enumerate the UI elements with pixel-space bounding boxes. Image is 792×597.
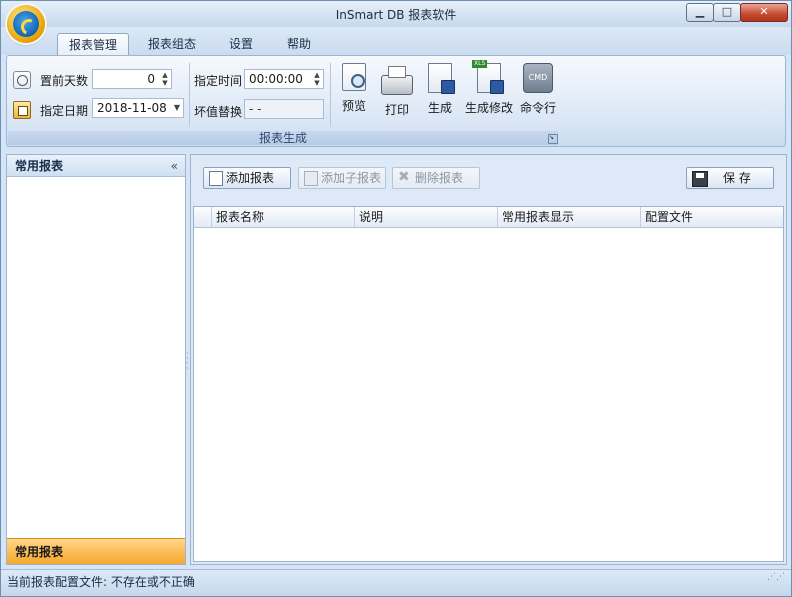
save-document-icon [428, 63, 455, 94]
time-field[interactable]: 00:00:00 ▲ ▼ [244, 69, 324, 89]
app-logo-inner [13, 11, 40, 38]
tab-help[interactable]: 帮助 [277, 33, 321, 55]
tab-settings[interactable]: 设置 [219, 33, 263, 55]
generate-modify-button[interactable]: XLS 生成修改 [462, 60, 516, 116]
favorites-panel-header: 常用报表 « [7, 155, 185, 177]
save-button[interactable]: 保 存 [686, 167, 774, 189]
column-header-report-name[interactable]: 报表名称 [211, 207, 353, 227]
delete-x-icon: ✖ [398, 169, 410, 185]
bad-value-label: 坏值替换 [194, 105, 243, 119]
resize-grip-icon[interactable]: ⋰⋰ [767, 573, 785, 582]
print-label: 打印 [384, 103, 409, 117]
save-label: 保 存 [723, 171, 751, 185]
collapse-icon[interactable]: « [171, 155, 178, 177]
bad-value-field[interactable]: - - [244, 99, 324, 119]
time-spinner[interactable]: ▲ ▼ [313, 71, 321, 87]
time-label: 指定时间 [194, 74, 243, 88]
preview-label: 预览 [341, 99, 366, 113]
days-before-spinner[interactable]: ▲ ▼ [161, 71, 169, 87]
calendar-icon[interactable] [13, 101, 31, 119]
date-field[interactable]: 2018-11-08 ▼ [92, 98, 184, 118]
app-window: InSmart DB 报表软件 ▁ □ ✕ 报表管理 报表组态 设置 帮助 置前… [0, 0, 792, 597]
document-icon [304, 171, 318, 186]
group-separator [189, 63, 190, 127]
favorites-panel: 常用报表 « 常用报表 [6, 154, 186, 565]
days-before-value: 0 [147, 72, 155, 86]
preview-button[interactable]: 预览 [336, 63, 372, 114]
favorites-nav-button[interactable]: 常用报表 [7, 538, 185, 564]
command-line-label: 命令行 [519, 101, 556, 115]
days-before-label: 置前天数 [40, 74, 89, 88]
print-button[interactable]: 打印 [379, 63, 415, 118]
app-logo-wave [18, 16, 40, 38]
table-header: 报表名称 说明 常用报表显示 配置文件 [194, 207, 783, 228]
time-value: 00:00:00 [249, 72, 303, 86]
tab-report-management[interactable]: 报表管理 [57, 33, 129, 56]
report-table[interactable]: 报表名称 说明 常用报表显示 配置文件 [193, 206, 784, 562]
add-report-label: 添加报表 [226, 171, 275, 185]
excel-save-icon: XLS [472, 60, 504, 94]
group-separator [330, 63, 331, 127]
group-label: 报表生成 [8, 131, 558, 145]
bad-value-value: - - [249, 102, 262, 116]
generate-modify-label: 生成修改 [464, 101, 513, 115]
xls-badge: XLS [472, 60, 488, 68]
cmd-icon-text: CMD [528, 73, 548, 82]
add-document-icon [209, 171, 223, 186]
window-title: InSmart DB 报表软件 [335, 8, 457, 22]
menu-bar: 报表管理 报表组态 设置 帮助 [1, 27, 791, 56]
column-header-config-file[interactable]: 配置文件 [640, 207, 783, 227]
app-logo-icon[interactable] [7, 5, 45, 43]
status-text: 当前报表配置文件: 不存在或不正确 [7, 575, 195, 589]
command-line-button[interactable]: CMD 命令行 [518, 63, 558, 116]
generate-button[interactable]: 生成 [422, 63, 458, 116]
status-bar: 当前报表配置文件: 不存在或不正确 ⋰⋰ [1, 569, 791, 596]
printer-icon [381, 66, 413, 95]
report-generate-group: 置前天数 0 ▲ ▼ 指定日期 2018-11-08 ▼ 指定时间 00:00:0… [8, 57, 558, 145]
days-before-field[interactable]: 0 ▲ ▼ [92, 69, 172, 89]
add-child-report-label: 添加子报表 [321, 171, 382, 185]
minimize-button[interactable]: ▁ [686, 3, 714, 22]
column-header-favorite-display[interactable]: 常用报表显示 [497, 207, 641, 227]
cmd-icon: CMD [523, 63, 553, 93]
tab-report-config[interactable]: 报表组态 [139, 33, 205, 55]
title-bar[interactable]: InSmart DB 报表软件 ▁ □ ✕ [1, 1, 791, 27]
report-list-panel: 添加报表 添加子报表 ✖ 删除报表 保 存 报表名称 说明 常用报表显示 配置文… [190, 154, 787, 565]
generate-label: 生成 [427, 101, 452, 115]
favorites-panel-title: 常用报表 [15, 159, 64, 173]
chevron-down-icon[interactable]: ▼ [174, 99, 180, 117]
column-header-description[interactable]: 说明 [354, 207, 498, 227]
ribbon: 置前天数 0 ▲ ▼ 指定日期 2018-11-08 ▼ 指定时间 00:00:0… [6, 55, 786, 147]
date-label: 指定日期 [40, 104, 89, 118]
floppy-disk-icon [692, 171, 708, 187]
add-report-button[interactable]: 添加报表 [203, 167, 291, 189]
dialog-launcher-icon[interactable]: ↘ [548, 134, 558, 144]
maximize-button[interactable]: □ [713, 3, 741, 22]
delete-report-button[interactable]: ✖ 删除报表 [392, 167, 480, 189]
row-selector-header [194, 207, 212, 227]
close-button[interactable]: ✕ [740, 3, 788, 22]
clock-icon[interactable] [13, 71, 31, 89]
date-value: 2018-11-08 [97, 101, 167, 115]
add-child-report-button[interactable]: 添加子报表 [298, 167, 386, 189]
delete-report-label: 删除报表 [415, 171, 464, 185]
preview-icon [342, 63, 366, 91]
